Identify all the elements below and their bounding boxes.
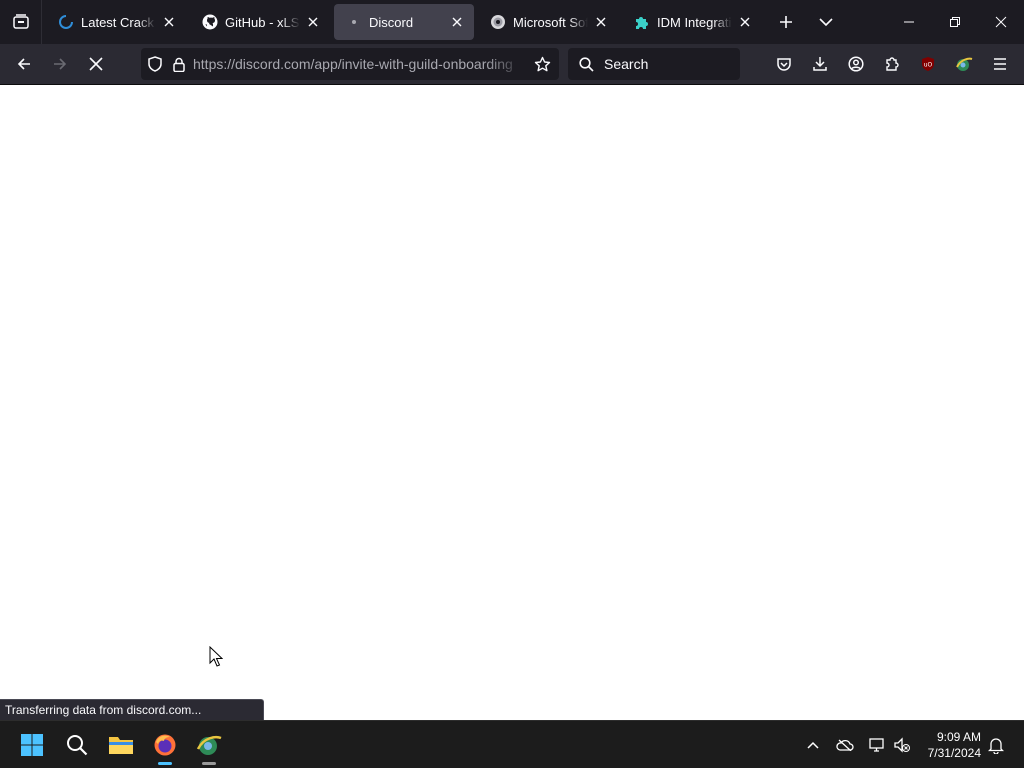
toolbar-buttons: uO [766,48,1018,80]
page-content: Transferring data from discord.com... [0,85,1024,720]
tab-idm-integration[interactable]: IDM Integration [622,4,762,40]
taskbar: 9:09 AM 7/31/2024 [0,720,1024,768]
clock-date: 7/31/2024 [927,746,981,760]
cloud-offline-icon [836,739,854,751]
plus-icon [780,16,792,28]
tab-discord[interactable]: Discord [334,4,474,40]
idm-icon [196,735,222,755]
github-icon [202,14,218,30]
url-text: https://discord.com/app/invite-with-guil… [193,56,525,72]
search-icon [576,54,596,74]
window-controls [886,0,1024,44]
navigation-toolbar: https://discord.com/app/invite-with-guil… [0,44,1024,85]
network-tray-button[interactable] [866,721,888,768]
loading-dot-icon [346,14,362,30]
onedrive-tray-button[interactable] [834,721,856,768]
url-path: /app/invite-with-guild-onboarding [310,56,513,72]
arrow-left-icon [17,58,30,70]
bell-icon [988,737,1004,754]
browser-window: Latest Crack or Patch GitHub - xLSX2808 … [0,0,1024,768]
tab-strip: Latest Crack or Patch GitHub - xLSX2808 … [0,0,1024,44]
svg-text:uO: uO [924,62,933,69]
app-menu-button[interactable] [982,48,1018,80]
idm-taskbar-button[interactable] [189,724,229,766]
show-hidden-icons-button[interactable] [802,721,824,768]
firefox-view-icon [12,14,29,29]
ublock-icon: uO [922,57,934,71]
search-input[interactable]: Search [568,48,740,80]
close-tab-icon[interactable] [592,13,610,31]
back-button[interactable] [8,48,40,80]
extensions-button[interactable] [874,48,910,80]
search-placeholder: Search [604,56,649,72]
status-panel: Transferring data from discord.com... [0,699,264,720]
url-host: https://discord.com [193,56,311,72]
loading-spinner-icon [58,14,74,30]
tab-latest-crack[interactable]: Latest Crack or Patch [46,4,186,40]
hamburger-menu-icon [994,58,1006,70]
forward-button[interactable] [44,48,76,80]
network-icon [869,738,884,752]
puzzle-icon [634,14,650,30]
account-button[interactable] [838,48,874,80]
ublock-origin-button[interactable]: uO [910,48,946,80]
start-button[interactable] [12,724,52,766]
chevron-up-icon [807,741,819,749]
system-clock[interactable]: 9:09 AM 7/31/2024 [911,729,981,761]
url-bar[interactable]: https://discord.com/app/invite-with-guil… [141,48,559,80]
downloads-button[interactable] [802,48,838,80]
firefox-view-button[interactable] [0,0,42,44]
disc-icon [490,14,506,30]
folder-icon [109,737,133,754]
arrow-right-icon [54,58,67,70]
close-window-button[interactable] [978,0,1024,44]
idm-extension-button[interactable] [946,48,982,80]
volume-tray-button[interactable] [892,721,912,768]
close-tab-icon[interactable] [448,13,466,31]
firefox-taskbar-button[interactable] [145,724,185,766]
restore-icon [950,17,960,27]
chevron-down-icon [819,18,833,27]
close-tab-icon[interactable] [736,13,754,31]
windows-logo-icon [21,734,43,756]
file-explorer-button[interactable] [101,724,141,766]
close-icon [995,16,1007,28]
tab-title: IDM Integration [657,14,732,30]
restore-button[interactable] [932,0,978,44]
close-tab-icon[interactable] [160,13,178,31]
firefox-icon [154,734,176,756]
clock-time: 9:09 AM [936,730,981,744]
tab-title: Discord [369,14,414,30]
tab-microsoft-software[interactable]: Microsoft Software [478,4,618,40]
new-tab-button[interactable] [770,6,802,38]
bookmark-star-icon[interactable] [525,48,559,80]
minimize-icon [904,21,914,23]
tab-title: Latest Crack or Patch [81,14,156,30]
tab-title: Microsoft Software [513,14,588,30]
list-all-tabs-button[interactable] [810,6,842,38]
puzzle-piece-icon [886,57,899,71]
close-tab-icon[interactable] [304,13,322,31]
search-icon [67,735,88,756]
shield-icon[interactable] [141,48,169,80]
pocket-button[interactable] [766,48,802,80]
taskbar-search-button[interactable] [57,724,97,766]
stop-icon [89,57,103,71]
lock-icon[interactable] [169,48,189,80]
speaker-muted-icon [894,737,910,753]
mouse-pointer-icon [209,645,224,668]
active-indicator [158,762,172,765]
tab-github[interactable]: GitHub - xLSX2808 [190,4,330,40]
stop-button[interactable] [80,48,112,80]
download-icon [813,57,827,71]
minimize-button[interactable] [886,0,932,44]
pocket-icon [777,58,791,71]
account-icon [848,56,864,72]
idm-icon [956,57,973,71]
tab-title: GitHub - xLSX2808 [225,14,300,30]
notifications-button[interactable] [984,721,1008,768]
open-indicator [202,762,216,765]
